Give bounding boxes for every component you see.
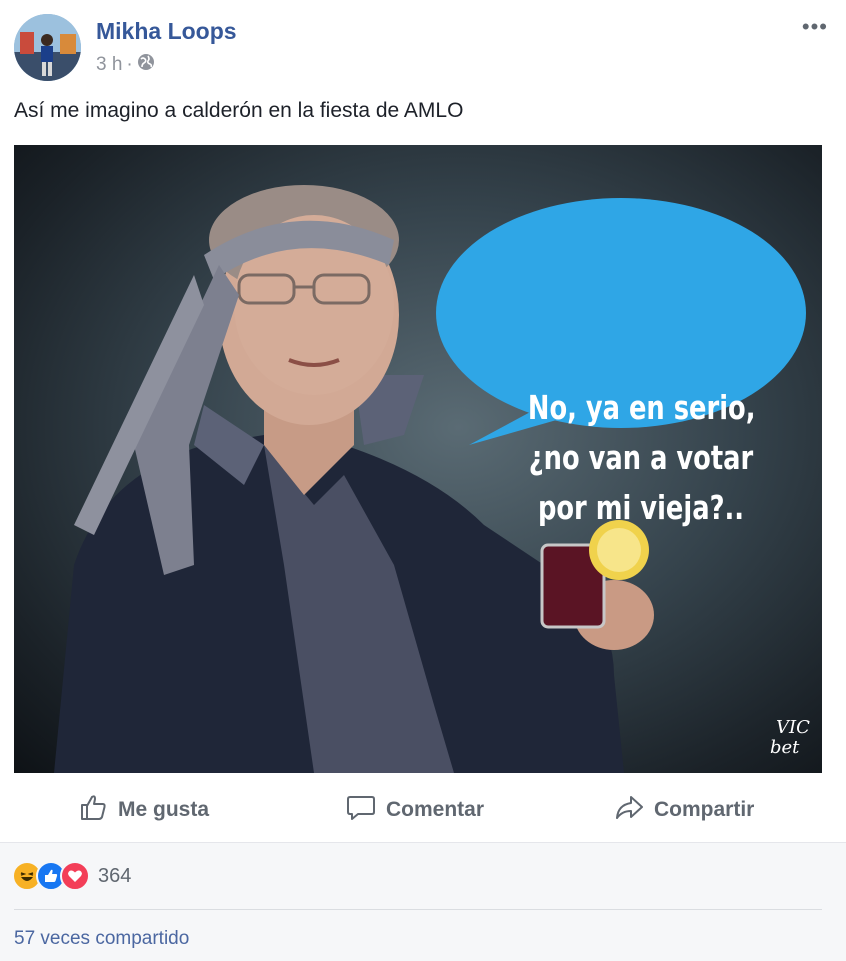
speech-bubble-text: No, ya en serio, ¿no van a votar por mi … [527,383,756,533]
svg-text:VIC: VIC [776,717,810,738]
like-button[interactable]: Me gusta [78,780,209,840]
post-header: Mikha Loops 3 h · ••• [0,0,846,90]
comment-bubble-icon [346,792,376,828]
bubble-line: por mi vieja?.. [537,488,745,527]
reaction-count: 364 [98,864,132,887]
author-name[interactable]: Mikha Loops [96,18,237,45]
bubble-line: No, ya en serio, [527,388,756,427]
bubble-line: ¿no van a votar [528,438,754,477]
share-label: Compartir [654,798,755,821]
love-reaction-icon [60,861,90,891]
post-actions: Me gusta Comentar Compartir [0,780,846,840]
author-avatar[interactable] [14,14,81,81]
footer-divider [14,909,822,910]
thumbs-up-icon [78,792,108,828]
post-meta: 3 h · [96,53,155,77]
post-image[interactable]: VIC bet No, ya en serio, ¿no van a votar… [14,145,822,773]
share-button[interactable]: Compartir [614,780,754,840]
post-caption: Así me imagino a calderón en la fiesta d… [14,99,464,122]
comment-button[interactable]: Comentar [346,780,484,840]
globe-icon[interactable] [137,53,155,77]
post-footer: 364 57 veces compartido [0,842,846,961]
comment-label: Comentar [386,798,485,821]
like-label: Me gusta [118,798,210,821]
share-arrow-icon [614,792,644,828]
share-count-link[interactable]: 57 veces compartido [14,928,189,950]
reactions-summary[interactable]: 364 [12,861,131,891]
svg-text:bet: bet [770,737,800,758]
facebook-post: Mikha Loops 3 h · ••• Así me imagino a c… [0,0,846,961]
post-timestamp[interactable]: 3 h [96,54,122,76]
meta-separator: · [126,54,133,75]
more-options-icon[interactable]: ••• [802,14,828,40]
